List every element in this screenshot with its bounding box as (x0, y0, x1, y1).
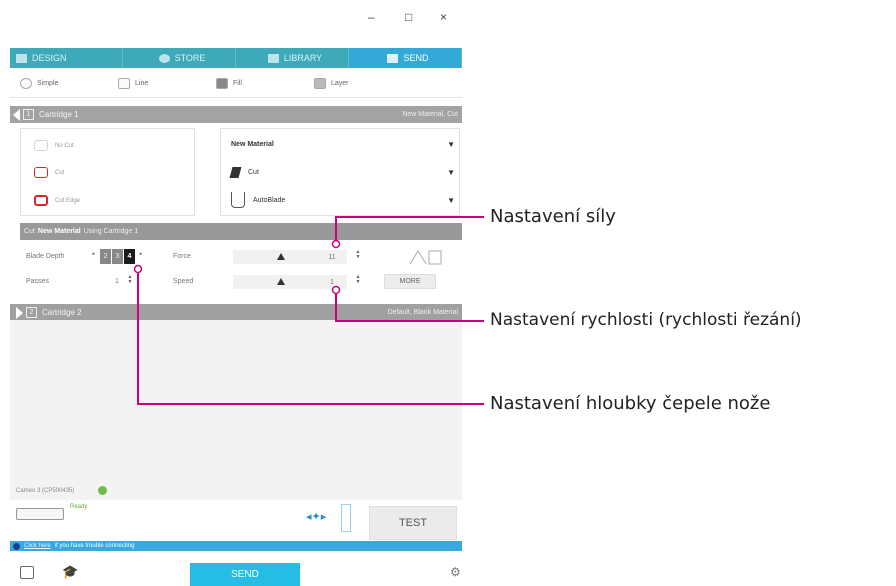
callout-dot-depth (133, 264, 143, 274)
callout-lines (133, 216, 484, 405)
callout-depth-label: Nastavení hloubky čepele nože (490, 393, 771, 414)
callout-line-force (335, 216, 484, 244)
callout-line-depth (137, 269, 484, 405)
callout-dot-force (331, 239, 341, 249)
callout-line-speed (335, 290, 484, 322)
page: – □ × DESIGN STORE LIBRARY SEND Simple L… (0, 0, 896, 586)
callout-force-label: Nastavení síly (490, 206, 616, 227)
callout-speed-label: Nastavení rychlosti (rychlosti řezání) (490, 310, 802, 330)
callout-dot-speed (331, 285, 341, 295)
